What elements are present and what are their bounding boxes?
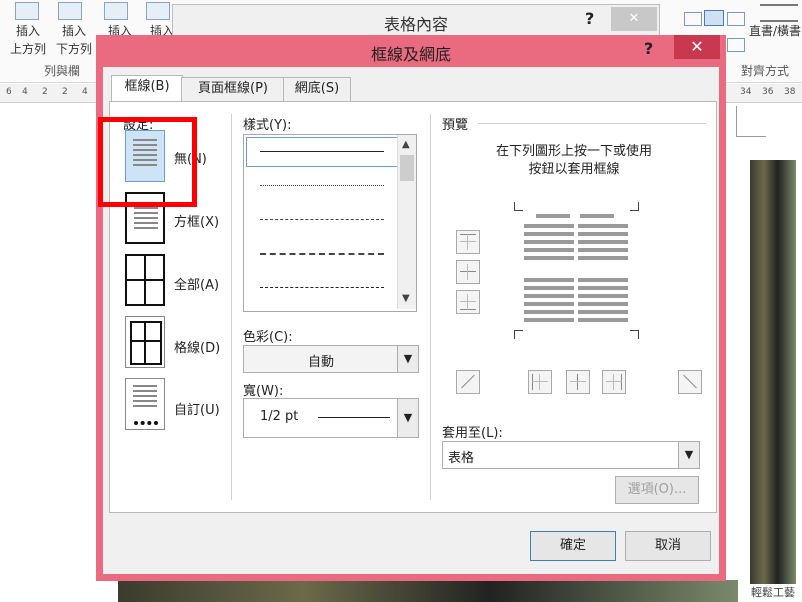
tab-panel: 設定: 無(N) 方框(X) 全部(A) 格線(D) 自訂(U) 樣式(Y): … [109,101,717,513]
scroll-thumb[interactable] [400,155,414,181]
preset-custom-label[interactable]: 自訂(U) [174,399,220,418]
color-select[interactable]: 自動 ▼ [243,345,419,373]
align-center-icon[interactable] [704,10,724,26]
line-dotted[interactable] [260,185,384,186]
ruler-tick: 36 [762,87,774,97]
style-label: 樣式(Y): [243,118,292,133]
width-label: 寬(W): [243,384,284,399]
line-dashed-short[interactable] [260,219,384,220]
preset-grid-label[interactable]: 格線(D) [174,337,220,356]
document-image [750,160,796,590]
chevron-down-icon[interactable]: ▼ [397,346,418,372]
ruler-tick: 6 [6,87,12,97]
ruler-tick: 4 [22,87,28,97]
color-label: 色彩(C): [243,330,293,345]
ruler-tick: 2 [62,87,68,97]
preview-separator [478,123,706,124]
width-select[interactable]: 1/2 pt ▼ [243,398,419,438]
ruler-tick: 38 [784,87,796,97]
preset-box-label[interactable]: 方框(X) [174,211,219,230]
document-area-left [0,104,96,602]
align-right-icon[interactable] [727,12,745,26]
preset-all-icon[interactable] [125,254,165,306]
top-border-icon[interactable] [456,230,480,254]
insert-above-label-2: 上方列 [10,42,47,56]
scroll-down-icon[interactable]: ▼ [402,293,410,304]
apply-to-value: 表格 [448,451,475,466]
preview-hint-line1: 在下列圖形上按一下或使用 [495,144,652,159]
insert-below-icon [58,2,82,20]
scroll-up-icon[interactable]: ▲ [402,139,410,150]
line-dash-dot[interactable] [260,287,384,288]
margin-mark [736,136,766,137]
ruler-tick: 2 [42,87,48,97]
left-border-icon[interactable] [528,370,552,394]
preset-custom-icon[interactable] [125,378,165,430]
tab-shading[interactable]: 網底(S) [283,77,351,102]
dialog-title: 框線及網底 [370,45,451,64]
diagonal-down-border-icon[interactable] [678,370,702,394]
bottom-border-icon[interactable] [456,290,480,314]
inside-horizontal-border-icon[interactable] [456,260,480,284]
ruler-tick: 4 [82,87,88,97]
insert-right-icon [146,2,170,20]
close-icon[interactable]: ✕ [674,35,720,59]
line-solid[interactable] [260,151,384,152]
help-icon[interactable]: ? [644,39,653,58]
insert-above-label-1: 插入 [16,24,41,38]
insert-above-icon [15,2,39,20]
insert-below-button[interactable]: 插入 [62,22,86,39]
watermark: 輕鬆工藝 [748,584,798,600]
line-style-listbox[interactable]: ▲ ▼ [243,134,417,312]
preset-all-label[interactable]: 全部(A) [174,274,219,293]
insert-below-label-2: 下方列 [56,42,93,56]
group-alignment-label: 對齊方式 [741,64,790,78]
border-preview[interactable] [514,202,639,340]
color-value: 自動 [307,355,334,370]
highlight-box [98,117,197,207]
document-image [118,580,738,602]
table-properties-close-icon[interactable]: ✕ [611,7,657,31]
ok-button[interactable]: 確定 [530,531,616,561]
options-button[interactable]: 選項(O)... [615,476,699,504]
width-value: 1/2 pt [260,409,299,424]
diagonal-up-border-icon[interactable] [456,370,480,394]
line-dashed[interactable] [260,253,384,255]
listbox-scrollbar[interactable]: ▲ ▼ [397,135,416,309]
align-bottom-icon[interactable] [727,38,745,52]
insert-below-label-1: 插入 [62,24,87,38]
tab-page-border[interactable]: 頁面框線(P) [181,77,285,102]
divider [231,114,232,500]
margin-mark [736,106,737,136]
width-line-sample [318,417,390,418]
text-direction-button[interactable]: 直書/橫書 [749,22,801,39]
insert-above-button[interactable]: 插入 [16,22,40,39]
chevron-down-icon[interactable]: ▼ [397,399,418,437]
right-border-icon[interactable] [602,370,626,394]
preview-hint-line2: 按鈕以套用框線 [528,162,620,177]
preview-label: 預覽 [442,118,469,133]
ruler-tick: 34 [740,87,752,97]
inside-vertical-border-icon[interactable] [566,370,590,394]
apply-to-select[interactable]: 表格 ▼ [442,441,700,469]
chevron-down-icon[interactable]: ▼ [678,442,699,468]
divider [430,114,431,500]
preset-grid-icon[interactable] [125,316,165,368]
align-left-icon[interactable] [684,12,702,26]
text-direction-icon [760,4,798,22]
line-style-selected[interactable] [246,137,398,167]
apply-to-label: 套用至(L): [442,426,503,441]
table-properties-help-icon[interactable]: ? [585,9,594,28]
group-rows-cols-label: 列與欄 [44,64,81,78]
tab-borders[interactable]: 框線(B) [111,75,183,102]
cancel-button[interactable]: 取消 [625,531,711,561]
insert-left-icon [104,2,128,20]
